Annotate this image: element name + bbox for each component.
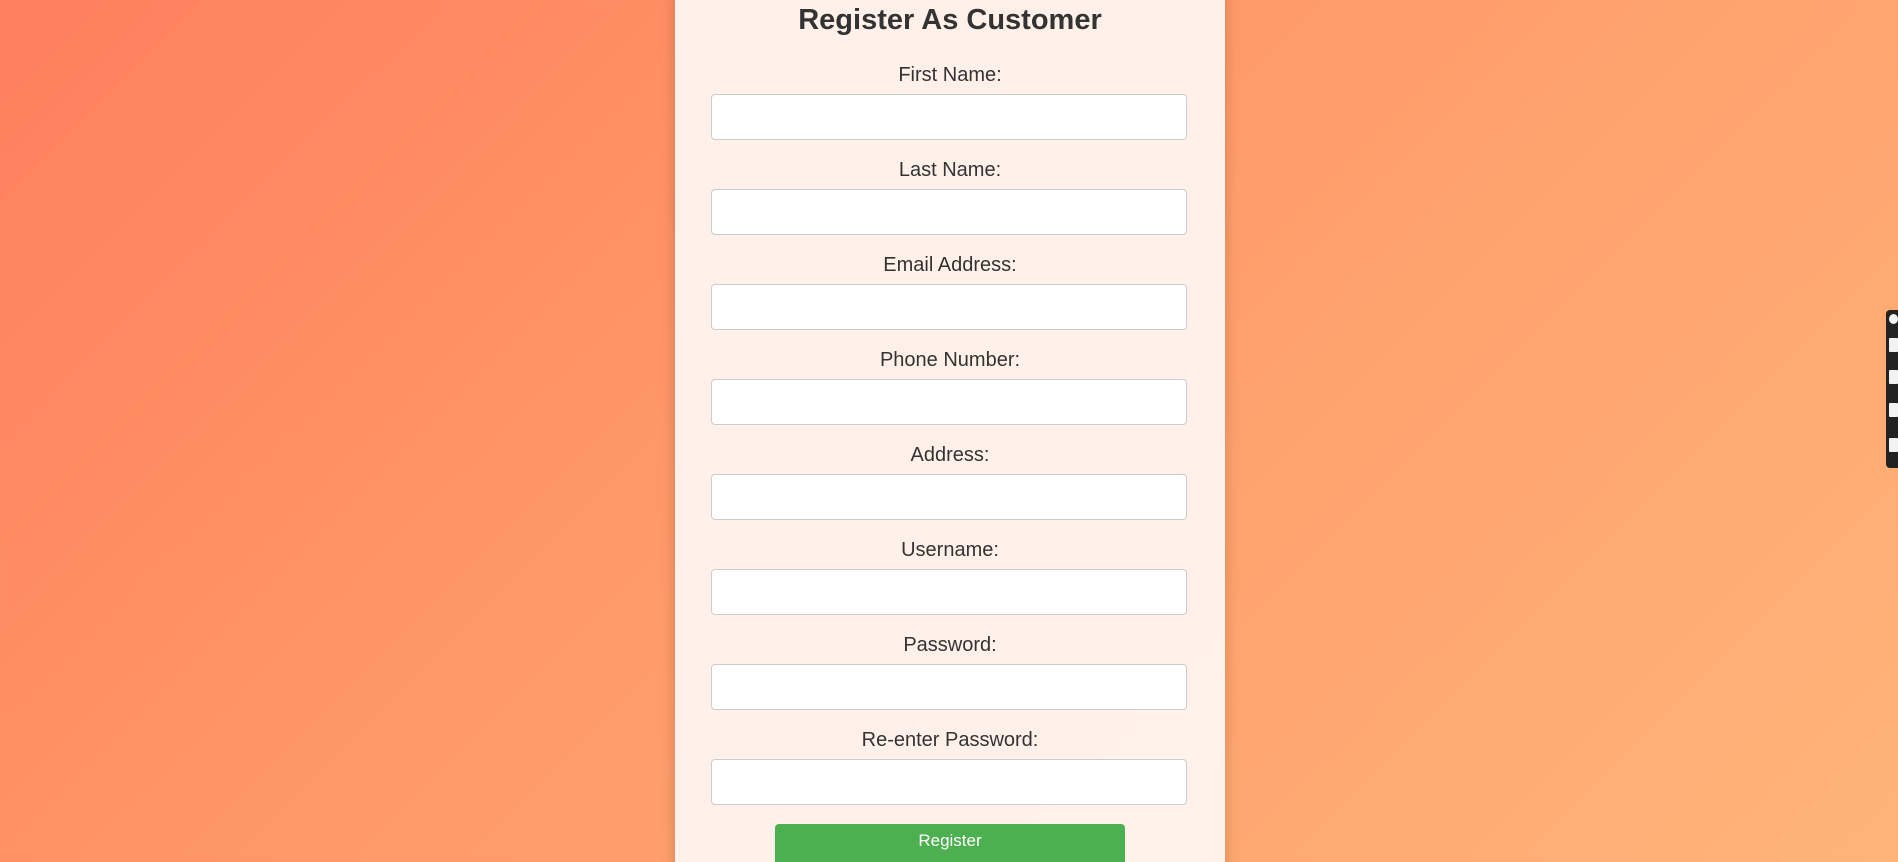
email-input[interactable] bbox=[711, 284, 1187, 330]
reenter-password-input[interactable] bbox=[711, 759, 1187, 805]
settings-icon[interactable] bbox=[1889, 314, 1898, 324]
username-input[interactable] bbox=[711, 569, 1187, 615]
close-icon[interactable] bbox=[1889, 438, 1898, 452]
password-input[interactable] bbox=[711, 664, 1187, 710]
first-name-input[interactable] bbox=[711, 94, 1187, 140]
side-toolbar bbox=[1886, 310, 1898, 468]
first-name-label: First Name: bbox=[898, 64, 1002, 86]
address-label: Address: bbox=[910, 444, 990, 466]
last-name-input[interactable] bbox=[711, 189, 1187, 235]
tool-icon[interactable] bbox=[1889, 338, 1898, 352]
tool-icon[interactable] bbox=[1889, 370, 1898, 384]
page-title: Register As Customer bbox=[798, 4, 1102, 36]
copy-icon[interactable] bbox=[1889, 403, 1898, 417]
phone-label: Phone Number: bbox=[879, 349, 1021, 371]
last-name-label: Last Name: bbox=[898, 159, 1002, 181]
register-button[interactable]: Register bbox=[775, 824, 1125, 862]
email-label: Email Address: bbox=[883, 254, 1017, 276]
reenter-password-label: Re-enter Password: bbox=[861, 729, 1039, 751]
phone-input[interactable] bbox=[711, 379, 1187, 425]
password-label: Password: bbox=[903, 634, 997, 656]
username-label: Username: bbox=[901, 539, 999, 561]
registration-card: Register As Customer First Name: Last Na… bbox=[675, 0, 1225, 862]
address-input[interactable] bbox=[711, 474, 1187, 520]
